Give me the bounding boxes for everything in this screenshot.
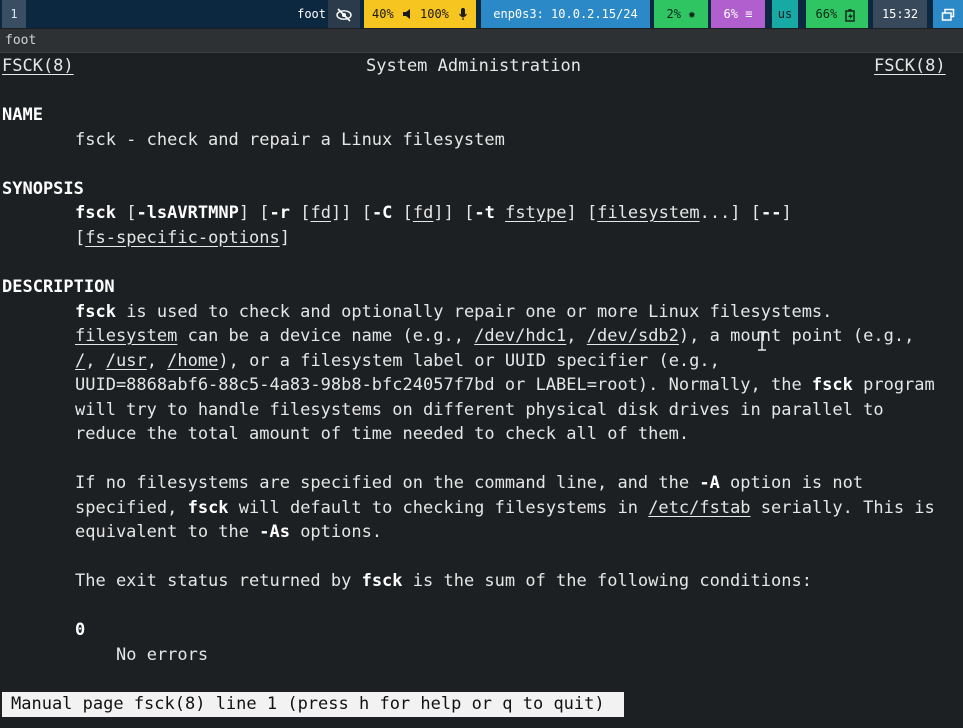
desc-p1-line-3: /, /usr, /home), or a filesystem label o… [75,351,720,371]
man-header-right: FSCK(8) [874,56,946,76]
synopsis-line-1: fsck [-lsAVRTMNP] [-r [fd]] [-C [fd]] [-… [75,203,792,223]
windows-icon [941,8,955,21]
eye-slash-icon [336,7,352,22]
man-header-left: FSCK(8) [2,56,74,76]
section-heading-synopsis: SYNOPSIS [2,179,84,199]
desc-p2-line-3: equivalent to the -As options. [75,522,383,542]
terminal-view[interactable]: FSCK(8) System Administration FSCK(8) NA… [0,54,963,728]
man-header-center: System Administration [366,56,581,76]
memory-value: 6% [723,7,738,21]
exit-code-0: 0 [75,620,86,640]
audio-widget[interactable]: 40% 100% [364,0,476,28]
scratchpad-button[interactable] [933,0,963,28]
cpu-value: 2% [666,7,681,21]
idle-inhibitor-toggle[interactable] [328,0,360,28]
exit-code-0-text: No errors [116,645,209,665]
status-bar: 1 foot 40% 100% enp0s3: 10.0.2.15/24 2% … [0,0,963,28]
desc-p2-line-2: specified, fsck will default to checking… [75,498,935,518]
microphone-icon [459,8,467,20]
name-text: fsck - check and repair a Linux filesyst… [75,130,505,150]
cpu-widget[interactable]: 2% ✹ [654,0,708,28]
speaker-icon [403,9,410,19]
focused-window-title: foot [297,7,326,21]
pager-status-line: Manual page fsck(8) line 1 (press h for … [2,692,624,717]
battery-widget[interactable]: 66% [806,0,868,28]
desc-p1-line-4: UUID=8868abf6-88c5-4a83-98b8-bfc24057f7b… [75,375,935,395]
window-title-bar[interactable]: foot [0,29,963,53]
desc-p1-line-2: filesystem can be a device name (e.g., /… [75,326,915,346]
network-widget[interactable]: enp0s3: 10.0.2.15/24 [481,0,650,28]
volume-value: 40% [372,7,394,21]
battery-charging-icon [845,8,856,22]
desc-p1-line-6: reduce the total amount of time needed t… [75,424,690,444]
memory-widget[interactable]: 6% ≡ [711,0,765,28]
battery-value: 66% [815,7,838,21]
desc-p1-line-5: will try to handle filesystems on differ… [75,400,884,420]
desc-p1-line-1: fsck is used to check and optionally rep… [75,302,833,322]
clock[interactable]: 15:32 [873,0,927,28]
bars-icon: ≡ [745,7,753,21]
section-heading-name: NAME [2,105,43,125]
desc-p2-line-1: If no filesystems are specified on the c… [75,473,864,493]
gear-icon: ✹ [688,7,696,21]
mic-value: 100% [420,7,449,21]
window-title: foot [5,33,37,48]
desc-p3-line-1: The exit status returned by fsck is the … [75,571,812,591]
synopsis-line-2: [fs-specific-options] [75,228,290,248]
workspace-button[interactable]: 1 [2,0,26,28]
text-cursor-icon [757,331,769,351]
keyboard-layout-widget[interactable]: us [772,0,798,28]
section-heading-description: DESCRIPTION [2,277,115,297]
